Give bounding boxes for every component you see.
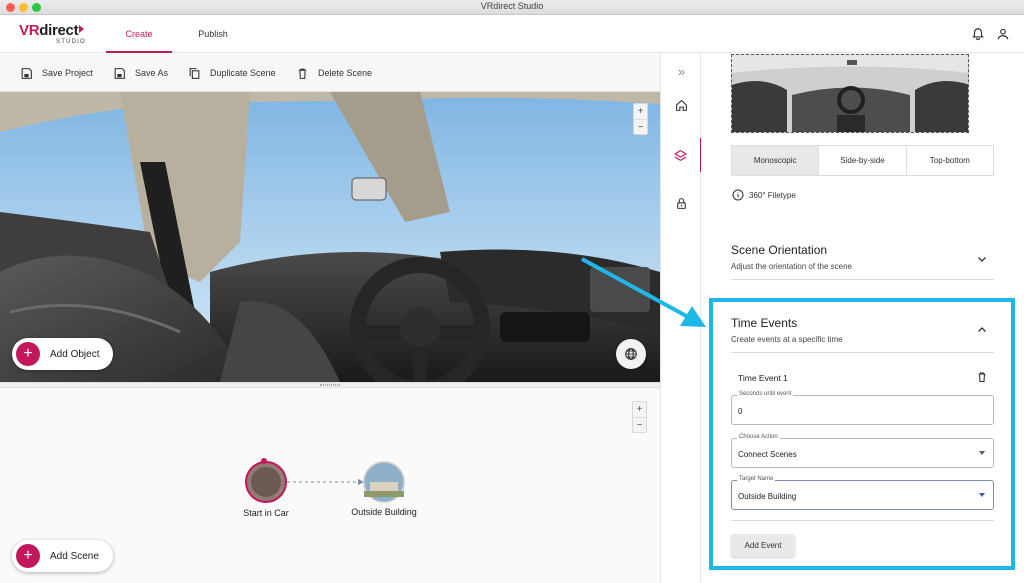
logo-sub: STUDIO <box>56 39 86 45</box>
projection-top-bottom[interactable]: Top-bottom <box>905 146 993 175</box>
pano-zoom-control: + − <box>633 103 648 135</box>
window-title: VRdirect Studio <box>480 1 544 11</box>
logo-brand-rest: direct <box>39 22 79 39</box>
collapse-panel-button[interactable]: » <box>661 56 702 86</box>
lock-icon <box>677 197 686 209</box>
globe-button[interactable] <box>616 339 646 369</box>
copy-icon <box>189 67 200 79</box>
filetype-info[interactable]: 360° Filetype <box>732 189 796 201</box>
tab-create[interactable]: Create <box>106 15 172 53</box>
rail-layers-button[interactable] <box>661 138 702 172</box>
save-icon <box>21 67 32 79</box>
chevron-down-icon[interactable] <box>976 253 988 265</box>
rail-lock-button[interactable] <box>661 188 702 218</box>
connection-arrow <box>358 479 364 485</box>
logo-brand-vr: VR <box>19 22 40 39</box>
user-icon[interactable] <box>996 27 1010 41</box>
delete-scene-label: Delete Scene <box>318 68 373 78</box>
scene-thumbnail[interactable] <box>731 54 969 133</box>
projection-selector: Monoscopic Side-by-side Top-bottom <box>731 145 994 176</box>
add-scene-label: Add Scene <box>50 550 99 562</box>
logo-play-icon <box>79 25 85 33</box>
duplicate-scene-label: Duplicate Scene <box>210 68 276 78</box>
duplicate-scene-button[interactable]: Duplicate Scene <box>188 54 276 92</box>
save-project-label: Save Project <box>42 68 94 78</box>
scene-orientation-title: Scene Orientation <box>731 243 828 257</box>
delete-scene-button[interactable]: Delete Scene <box>296 54 372 92</box>
divider <box>731 279 994 280</box>
add-object-label: Add Object <box>50 348 100 360</box>
pano-zoom-in-button[interactable]: + <box>634 104 647 119</box>
app-header: VRdirect STUDIO Create Publish <box>0 15 1024 53</box>
panorama-thumbnail-image <box>732 55 968 132</box>
home-icon <box>676 99 687 111</box>
grip-icon <box>320 384 340 386</box>
add-scene-button[interactable]: + Add Scene <box>12 540 113 572</box>
save-as-label: Save As <box>135 68 169 78</box>
save-as-button[interactable]: Save As <box>113 54 168 92</box>
window-titlebar: VRdirect Studio <box>0 0 1024 15</box>
time-events-highlight <box>709 298 1015 570</box>
logo: VRdirect STUDIO <box>19 22 85 45</box>
rail-home-button[interactable] <box>661 90 702 120</box>
projection-monoscopic[interactable]: Monoscopic <box>732 146 819 175</box>
tab-publish[interactable]: Publish <box>182 15 244 53</box>
start-node-marker <box>261 458 267 464</box>
globe-icon <box>625 348 637 360</box>
scene-orientation-subtitle: Adjust the orientation of the scene <box>731 262 852 271</box>
save-project-button[interactable]: Save Project <box>20 54 93 92</box>
trash-icon <box>298 68 307 79</box>
bell-icon[interactable] <box>971 27 985 41</box>
side-rail: » <box>660 54 702 583</box>
plus-icon: + <box>16 342 40 366</box>
node-label-start-in-car[interactable]: Start in Car <box>216 508 316 518</box>
add-object-button[interactable]: + Add Object <box>12 338 114 370</box>
projection-side-by-side[interactable]: Side-by-side <box>818 146 906 175</box>
save-as-icon <box>114 67 125 79</box>
plus-icon: + <box>16 544 40 568</box>
filetype-label: 360° Filetype <box>749 190 796 200</box>
layers-icon <box>674 149 687 161</box>
info-icon <box>732 189 744 201</box>
toolbar: Save Project Save As Duplicate Scene Del… <box>0 54 660 92</box>
pano-zoom-out-button[interactable]: − <box>634 119 647 134</box>
node-label-outside-building[interactable]: Outside Building <box>334 507 434 517</box>
